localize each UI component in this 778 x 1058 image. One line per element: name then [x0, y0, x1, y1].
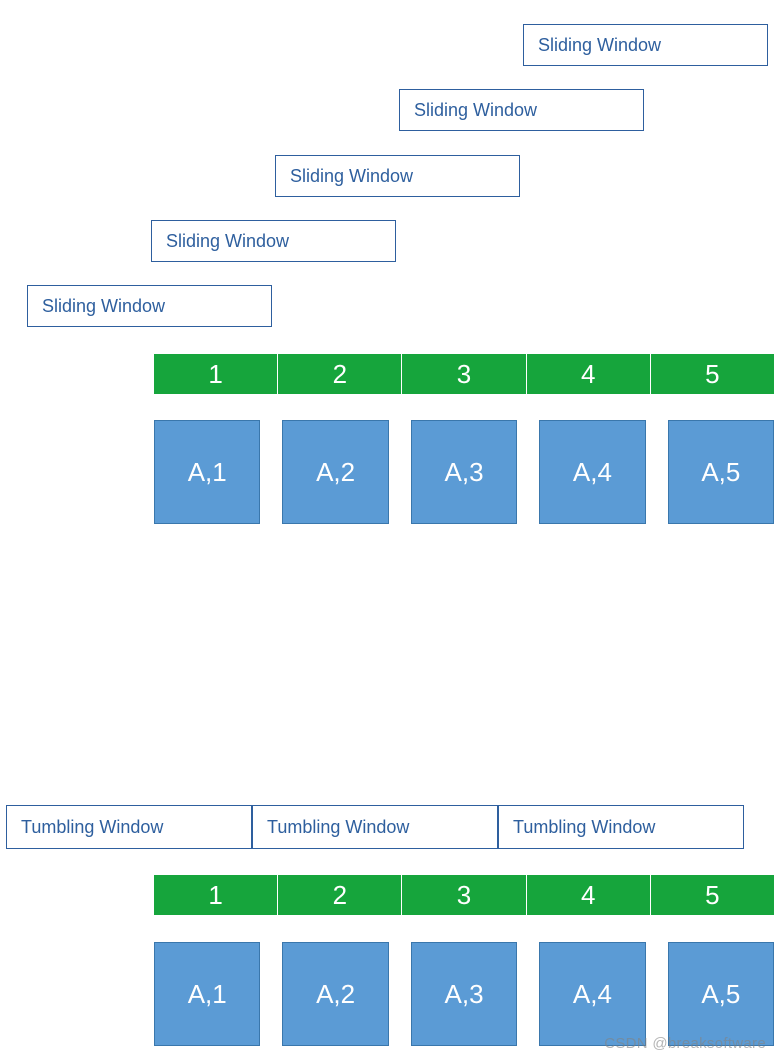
sliding-window-box-1: Sliding Window: [27, 285, 272, 327]
data-value: A,5: [701, 457, 740, 488]
tumbling-window-box-1: Tumbling Window: [6, 805, 252, 849]
sliding-window-box-3: Sliding Window: [275, 155, 520, 197]
data-value: A,2: [316, 979, 355, 1010]
timeline-value: 1: [208, 880, 222, 911]
timeline-cell: 5: [651, 354, 774, 394]
sliding-window-box-2: Sliding Window: [151, 220, 396, 262]
watermark: CSDN @breaksoftware: [604, 1035, 766, 1052]
data-cell: A,2: [282, 420, 388, 524]
sliding-window-label: Sliding Window: [42, 296, 165, 317]
data-value: A,3: [445, 979, 484, 1010]
timeline-cell: 5: [651, 875, 774, 915]
timeline-value: 1: [208, 359, 222, 390]
timeline-value: 3: [457, 880, 471, 911]
timeline-cell: 1: [154, 875, 278, 915]
timeline-cell: 3: [402, 875, 526, 915]
timeline-row-lower: 1 2 3 4 5: [154, 875, 774, 915]
sliding-window-label: Sliding Window: [538, 35, 661, 56]
data-value: A,1: [188, 979, 227, 1010]
timeline-cell: 2: [278, 875, 402, 915]
sliding-window-label: Sliding Window: [290, 166, 413, 187]
timeline-row-upper: 1 2 3 4 5: [154, 354, 774, 394]
watermark-text: CSDN @breaksoftware: [604, 1035, 766, 1052]
data-row-lower: A,1 A,2 A,3 A,4 A,5: [154, 942, 774, 1046]
data-cell: A,4: [539, 420, 645, 524]
timeline-cell: 1: [154, 354, 278, 394]
data-value: A,1: [188, 457, 227, 488]
data-cell: A,3: [411, 942, 517, 1046]
data-cell: A,3: [411, 420, 517, 524]
data-value: A,2: [316, 457, 355, 488]
tumbling-window-label: Tumbling Window: [267, 817, 409, 838]
data-cell: A,1: [154, 942, 260, 1046]
data-value: A,4: [573, 457, 612, 488]
timeline-value: 2: [333, 880, 347, 911]
tumbling-window-box-2: Tumbling Window: [252, 805, 498, 849]
timeline-value: 5: [705, 359, 719, 390]
data-cell: A,5: [668, 942, 774, 1046]
timeline-value: 3: [457, 359, 471, 390]
data-value: A,4: [573, 979, 612, 1010]
data-row-upper: A,1 A,2 A,3 A,4 A,5: [154, 420, 774, 524]
timeline-cell: 2: [278, 354, 402, 394]
data-cell: A,2: [282, 942, 388, 1046]
timeline-cell: 4: [527, 875, 651, 915]
timeline-value: 5: [705, 880, 719, 911]
tumbling-window-label: Tumbling Window: [513, 817, 655, 838]
timeline-cell: 3: [402, 354, 526, 394]
timeline-value: 2: [333, 359, 347, 390]
data-cell: A,4: [539, 942, 645, 1046]
timeline-cell: 4: [527, 354, 651, 394]
data-cell: A,5: [668, 420, 774, 524]
tumbling-window-label: Tumbling Window: [21, 817, 163, 838]
data-cell: A,1: [154, 420, 260, 524]
timeline-value: 4: [581, 359, 595, 390]
tumbling-window-box-3: Tumbling Window: [498, 805, 744, 849]
sliding-window-label: Sliding Window: [166, 231, 289, 252]
sliding-window-box-4: Sliding Window: [399, 89, 644, 131]
timeline-value: 4: [581, 880, 595, 911]
data-value: A,5: [701, 979, 740, 1010]
sliding-window-label: Sliding Window: [414, 100, 537, 121]
data-value: A,3: [445, 457, 484, 488]
sliding-window-box-5: Sliding Window: [523, 24, 768, 66]
